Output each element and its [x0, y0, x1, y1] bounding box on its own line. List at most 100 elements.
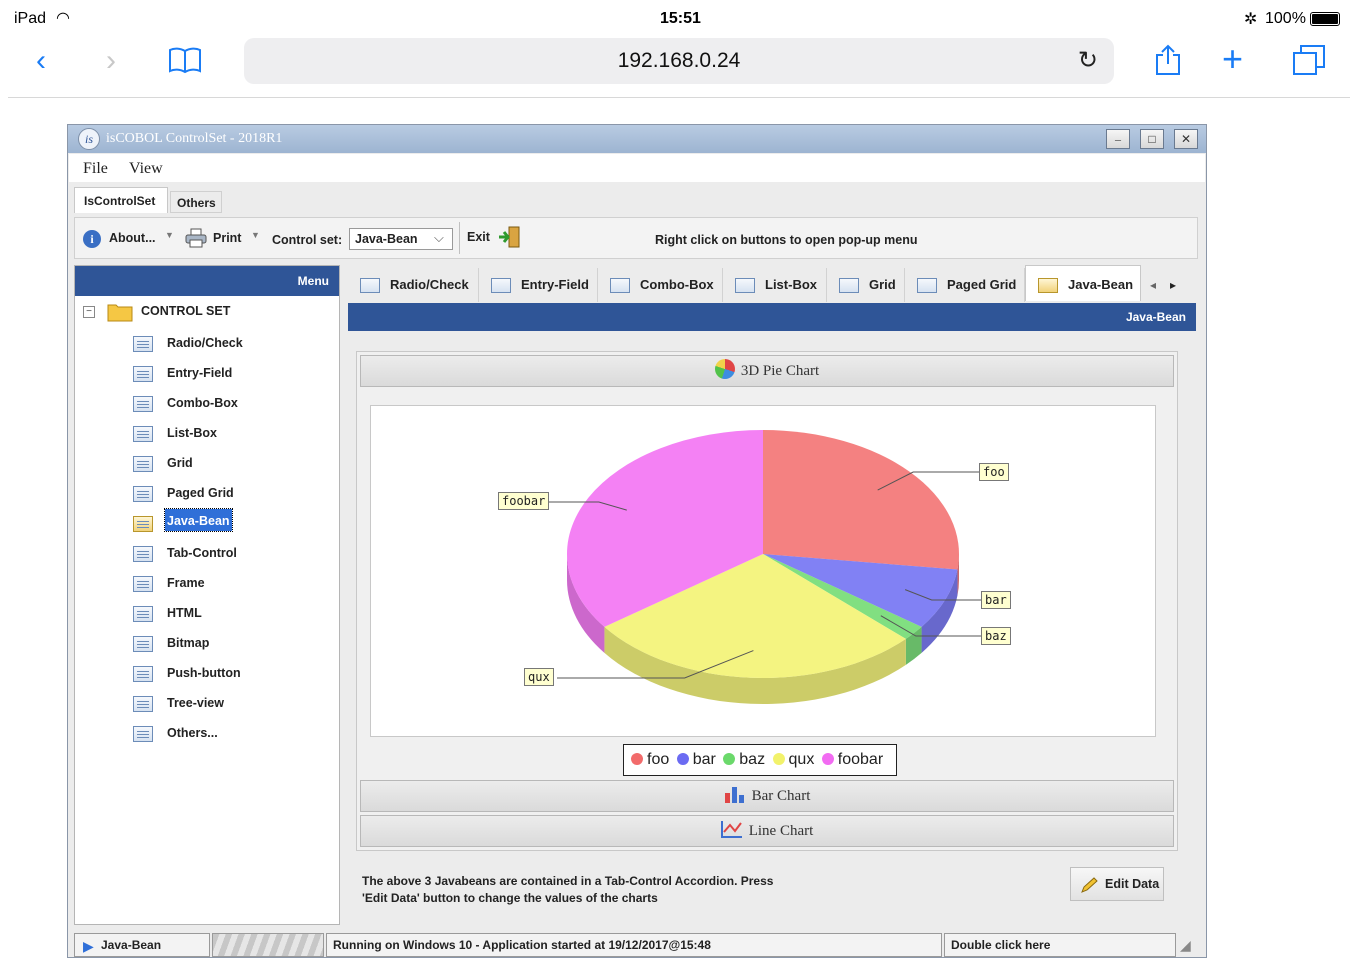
reload-icon[interactable]: ↻	[1078, 38, 1098, 84]
tab-list-box[interactable]: List-Box	[723, 268, 827, 302]
chevron-down-icon[interactable]: ⌵	[434, 230, 444, 246]
pie-chart-header[interactable]: 3D Pie Chart	[360, 355, 1174, 387]
new-tab-icon[interactable]: +	[1222, 41, 1243, 77]
status-current-label: Java-Bean	[101, 938, 162, 952]
tab-scroll-right-icon[interactable]: ▸	[1170, 278, 1176, 292]
menu-file[interactable]: File	[83, 160, 108, 178]
tree-item-push-button[interactable]: Push-button	[167, 662, 241, 684]
tree-item-java-bean[interactable]: Java-Bean	[164, 508, 233, 532]
bar-chart-header[interactable]: Bar Chart	[360, 780, 1174, 812]
tree-item-icon	[133, 576, 153, 592]
tree-item-others[interactable]: Others...	[167, 722, 218, 744]
tab-label: Grid	[869, 277, 896, 292]
tree-item-icon	[133, 726, 153, 742]
status-current: ▶ Java-Bean	[74, 933, 210, 957]
about-dropdown-icon[interactable]: ▼	[165, 230, 174, 240]
tree-item-icon	[133, 606, 153, 622]
control-set-combo[interactable]: Java-Bean ⌵	[349, 228, 453, 250]
tab-icon	[735, 278, 755, 294]
tree-item-tree-view[interactable]: Tree-view	[167, 692, 224, 714]
bookmarks-icon[interactable]	[168, 46, 202, 74]
tree-item-frame[interactable]: Frame	[167, 572, 205, 594]
status-bar: ▶ Java-Bean Running on Windows 10 - Appl…	[74, 933, 1198, 957]
pie-slice-foo[interactable]	[763, 430, 959, 570]
tabs-icon[interactable]	[1292, 44, 1326, 76]
collapse-icon[interactable]: −	[83, 306, 95, 318]
pie-chart-title: 3D Pie Chart	[740, 363, 820, 379]
tree-item-grid[interactable]: Grid	[167, 452, 193, 474]
about-button[interactable]: About...	[109, 231, 156, 245]
tab-icon	[839, 278, 859, 294]
exit-door-icon[interactable]	[497, 226, 521, 248]
bar-chart-icon	[724, 784, 746, 803]
bar-chart-title: Bar Chart	[751, 788, 811, 804]
tree-item-icon	[133, 426, 153, 442]
url-text: 192.168.0.24	[617, 49, 741, 72]
tab-others[interactable]: Others	[170, 191, 222, 213]
tree-item-tab-control[interactable]: Tab-Control	[167, 542, 237, 564]
browser-toolbar: ‹ › 192.168.0.24 ↻ +	[8, 38, 1350, 98]
exit-button[interactable]: Exit	[467, 230, 490, 244]
tab-scroll-left-icon[interactable]: ◂	[1150, 278, 1156, 292]
share-icon[interactable]	[1154, 44, 1182, 76]
url-field[interactable]: 192.168.0.24 ↻	[244, 38, 1114, 84]
edit-data-button[interactable]: Edit Data	[1070, 867, 1164, 901]
tab-label: Radio/Check	[390, 277, 469, 292]
tree-item-html[interactable]: HTML	[167, 602, 202, 624]
clock: 15:51	[660, 10, 701, 27]
line-chart-header[interactable]: Line Chart	[360, 815, 1174, 847]
chart-accordion: 3D Pie Chart foo bar baz qux foobar foo …	[356, 351, 1178, 851]
tree-item-paged-grid[interactable]: Paged Grid	[167, 482, 234, 504]
tab-radio-check[interactable]: Radio/Check	[348, 268, 479, 302]
legend-dot-baz	[723, 753, 736, 765]
tree-item-icon	[133, 456, 153, 472]
resize-grip-icon[interactable]: ◢	[1180, 937, 1191, 954]
pencil-icon	[1079, 875, 1099, 893]
tab-grid[interactable]: Grid	[827, 268, 905, 302]
tab-label: Entry-Field	[521, 277, 589, 292]
device-name: iPad	[14, 10, 47, 27]
edit-data-label: Edit Data	[1105, 877, 1160, 891]
printer-icon	[185, 228, 207, 248]
tab-label: List-Box	[765, 277, 817, 292]
print-dropdown-icon[interactable]: ▼	[251, 230, 260, 240]
tab-combo-box[interactable]: Combo-Box	[598, 268, 723, 302]
tree-item-list-box[interactable]: List-Box	[167, 422, 217, 444]
label-foo: foo	[979, 463, 1009, 481]
tab-paged-grid[interactable]: Paged Grid	[905, 268, 1025, 302]
label-bar: bar	[981, 591, 1011, 609]
label-baz: baz	[981, 627, 1011, 645]
close-button[interactable]: ✕	[1174, 129, 1198, 149]
tree-item-combo-box[interactable]: Combo-Box	[167, 392, 238, 414]
forward-icon[interactable]: ›	[106, 46, 116, 76]
tree-root[interactable]: CONTROL SET	[141, 304, 230, 318]
legend-dot-qux	[772, 753, 785, 765]
maximize-button[interactable]: □	[1140, 129, 1164, 149]
tree-item-radio-check[interactable]: Radio/Check	[167, 332, 243, 354]
tab-java-bean[interactable]: Java-Bean	[1025, 265, 1141, 301]
menu-bar: File View	[69, 154, 1205, 182]
minimize-button[interactable]: –	[1106, 129, 1130, 149]
status-double-click[interactable]: Double click here	[944, 933, 1176, 957]
info-text: The above 3 Javabeans are contained in a…	[362, 874, 774, 905]
back-icon[interactable]: ‹	[36, 46, 46, 76]
toolbar-divider	[459, 222, 460, 254]
tab-icon	[610, 278, 630, 294]
legend-foo: foo	[647, 751, 670, 768]
tree-item-bitmap[interactable]: Bitmap	[167, 632, 209, 654]
app-window: is isCOBOL ControlSet - 2018R1 – □ ✕ Fil…	[67, 124, 1207, 958]
label-qux: qux	[524, 668, 554, 686]
print-button[interactable]: Print	[213, 231, 241, 245]
tab-iscontrolset[interactable]: IsControlSet	[74, 187, 168, 213]
tree-item-entry-field[interactable]: Entry-Field	[167, 362, 232, 384]
progress-indicator	[212, 933, 324, 957]
tab-entry-field[interactable]: Entry-Field	[479, 268, 598, 302]
tree-item-icon	[133, 696, 153, 712]
play-icon: ▶	[83, 938, 94, 954]
tree-item-icon	[133, 486, 153, 502]
control-set-tree: Menu − CONTROL SET Radio/Check Entry-Fie…	[74, 265, 340, 925]
tab-iscontrolset-label: IsControlSet	[84, 194, 156, 208]
pie-chart-icon	[714, 359, 735, 379]
tree-item-icon	[133, 636, 153, 652]
menu-view[interactable]: View	[129, 160, 163, 178]
